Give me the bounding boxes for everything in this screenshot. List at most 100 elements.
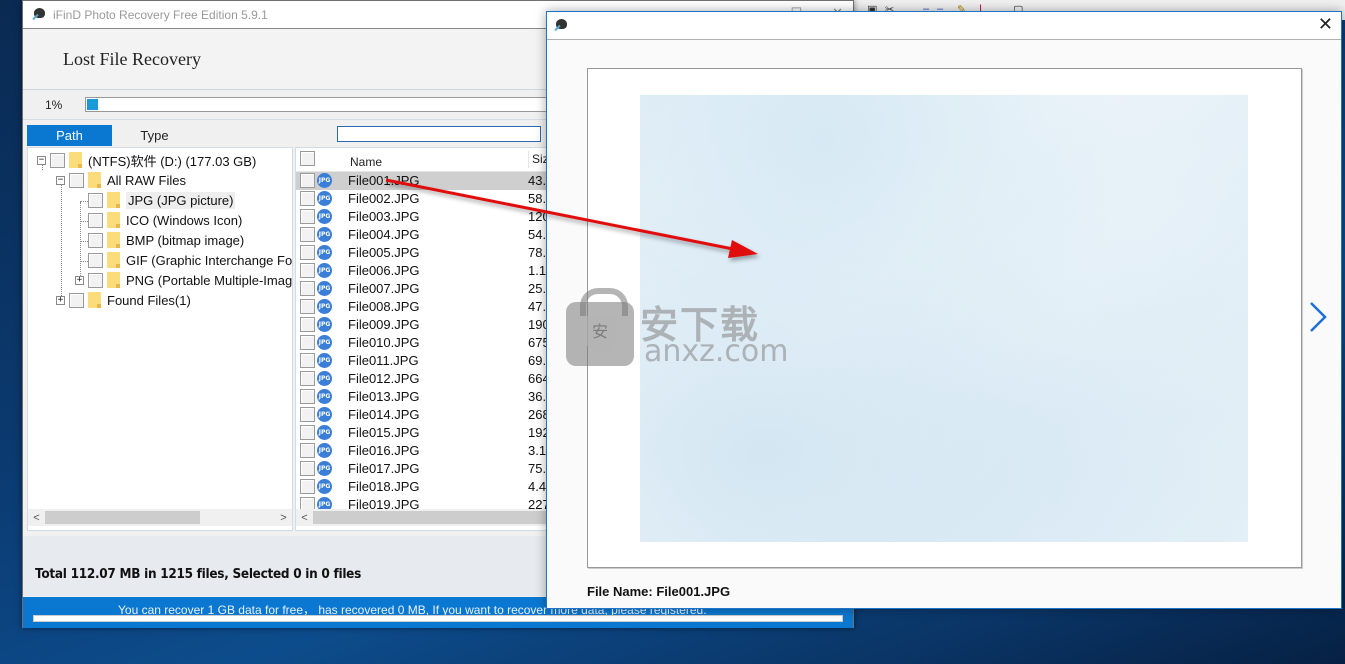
file-name: File010.JPG (348, 335, 420, 350)
file-row[interactable]: JPG File008.JPG 47. (296, 298, 554, 316)
free-quota-progress (33, 615, 843, 622)
file-row[interactable]: JPG File002.JPG 58. (296, 190, 554, 208)
scroll-left-arrow[interactable]: < (28, 512, 45, 524)
jpg-file-icon: JPG (317, 479, 332, 494)
preview-file-name: File Name: File001.JPG (587, 584, 731, 599)
file-row[interactable]: JPG File003.JPG 120 (296, 208, 554, 226)
file-row[interactable]: JPG File006.JPG 1.1 (296, 262, 554, 280)
tree-item-drive[interactable]: − (NTFS)软件 (D:) (177.03 GB) (37, 150, 256, 170)
file-row[interactable]: JPG File009.JPG 190 (296, 316, 554, 334)
file-size: 75. (528, 461, 547, 476)
file-row[interactable]: JPG File012.JPG 664 (296, 370, 554, 388)
checkbox[interactable] (88, 252, 103, 268)
window-title: iFinD Photo Recovery Free Edition 5.9.1 (53, 7, 268, 22)
checkbox[interactable] (300, 263, 315, 278)
file-row[interactable]: JPG File010.JPG 675 (296, 334, 554, 352)
expand-icon[interactable]: + (56, 295, 65, 305)
tree-item-gif[interactable]: GIF (Graphic Interchange For (88, 250, 293, 270)
preview-titlebar[interactable]: ✕ (547, 12, 1341, 40)
checkbox[interactable] (300, 479, 315, 494)
jpg-file-icon: JPG (317, 389, 332, 404)
file-size: 58. (528, 191, 547, 206)
status-summary: Total 112.07 MB in 1215 files, Selected … (35, 567, 362, 582)
checkbox[interactable] (88, 212, 103, 228)
search-input[interactable] (337, 126, 541, 142)
expand-icon[interactable]: + (75, 275, 84, 285)
jpg-file-icon: JPG (317, 245, 332, 260)
collapse-icon[interactable]: − (37, 155, 46, 165)
list-horizontal-scrollbar[interactable]: < (296, 509, 554, 526)
checkbox[interactable] (88, 272, 103, 288)
jpg-file-icon: JPG (317, 317, 332, 332)
checkbox[interactable] (69, 292, 84, 308)
jpg-file-icon: JPG (317, 299, 332, 314)
scroll-thumb[interactable] (45, 511, 200, 524)
tab-type[interactable]: Type (112, 125, 197, 146)
file-row[interactable]: JPG File015.JPG 192 (296, 424, 554, 442)
file-size: 43. (528, 173, 547, 188)
checkbox[interactable] (300, 407, 315, 422)
file-name: File004.JPG (348, 227, 420, 242)
tree-item-ico[interactable]: ICO (Windows Icon) (88, 210, 242, 230)
checkbox[interactable] (300, 245, 315, 260)
checkbox[interactable] (300, 389, 315, 404)
checkbox[interactable] (69, 172, 84, 188)
scroll-left-arrow[interactable]: < (296, 512, 313, 524)
select-all-checkbox[interactable] (300, 151, 315, 166)
checkbox[interactable] (300, 353, 315, 368)
progress-fill (87, 99, 98, 110)
next-image-button[interactable] (1307, 300, 1329, 334)
folder-icon (88, 172, 101, 188)
progress-percent: 1% (45, 97, 63, 112)
tree-horizontal-scrollbar[interactable]: < > (28, 509, 292, 526)
checkbox[interactable] (300, 209, 315, 224)
file-row[interactable]: JPG File001.JPG 43. (296, 172, 554, 190)
folder-icon (107, 252, 120, 268)
checkbox[interactable] (300, 281, 315, 296)
file-size: 54. (528, 227, 547, 242)
preview-frame (587, 68, 1302, 568)
file-name: File017.JPG (348, 461, 420, 476)
checkbox[interactable] (300, 317, 315, 332)
checkbox[interactable] (300, 425, 315, 440)
folder-icon (107, 212, 120, 228)
scroll-thumb[interactable] (313, 511, 554, 524)
file-row[interactable]: JPG File007.JPG 25. (296, 280, 554, 298)
tree-item-png[interactable]: + PNG (Portable Multiple-Imag (75, 270, 292, 290)
scroll-right-arrow[interactable]: > (275, 512, 292, 524)
file-row[interactable]: JPG File017.JPG 75. (296, 460, 554, 478)
checkbox[interactable] (300, 461, 315, 476)
checkbox[interactable] (88, 192, 103, 208)
file-row[interactable]: JPG File018.JPG 4.4 (296, 478, 554, 496)
file-name: File005.JPG (348, 245, 420, 260)
checkbox[interactable] (300, 191, 315, 206)
jpg-file-icon: JPG (317, 173, 332, 188)
checkbox[interactable] (300, 335, 315, 350)
file-row[interactable]: JPG File013.JPG 36. (296, 388, 554, 406)
tree-item-found-files[interactable]: + Found Files(1) (56, 290, 191, 310)
tree-item-label: GIF (Graphic Interchange For (126, 252, 293, 268)
file-row[interactable]: JPG File005.JPG 78. (296, 244, 554, 262)
checkbox[interactable] (300, 227, 315, 242)
collapse-icon[interactable]: − (56, 175, 65, 185)
file-row[interactable]: JPG File016.JPG 3.1 (296, 442, 554, 460)
checkbox[interactable] (50, 152, 65, 168)
checkbox[interactable] (300, 443, 315, 458)
file-row[interactable]: JPG File011.JPG 69. (296, 352, 554, 370)
file-row[interactable]: JPG File004.JPG 54. (296, 226, 554, 244)
tree-item-all-raw-files[interactable]: − All RAW Files (56, 170, 186, 190)
checkbox[interactable] (300, 173, 315, 188)
checkbox[interactable] (88, 232, 103, 248)
folder-icon (88, 292, 101, 308)
jpg-file-icon: JPG (317, 263, 332, 278)
tab-path[interactable]: Path (27, 125, 112, 146)
folder-icon (107, 232, 120, 248)
checkbox[interactable] (300, 371, 315, 386)
column-name[interactable]: Name (350, 155, 382, 169)
tree-item-jpg[interactable]: JPG (JPG picture) (88, 190, 236, 210)
checkbox[interactable] (300, 299, 315, 314)
close-button[interactable]: ✕ (1318, 14, 1333, 35)
file-row[interactable]: JPG File014.JPG 268 (296, 406, 554, 424)
folder-icon (69, 152, 82, 168)
tree-item-bmp[interactable]: BMP (bitmap image) (88, 230, 244, 250)
